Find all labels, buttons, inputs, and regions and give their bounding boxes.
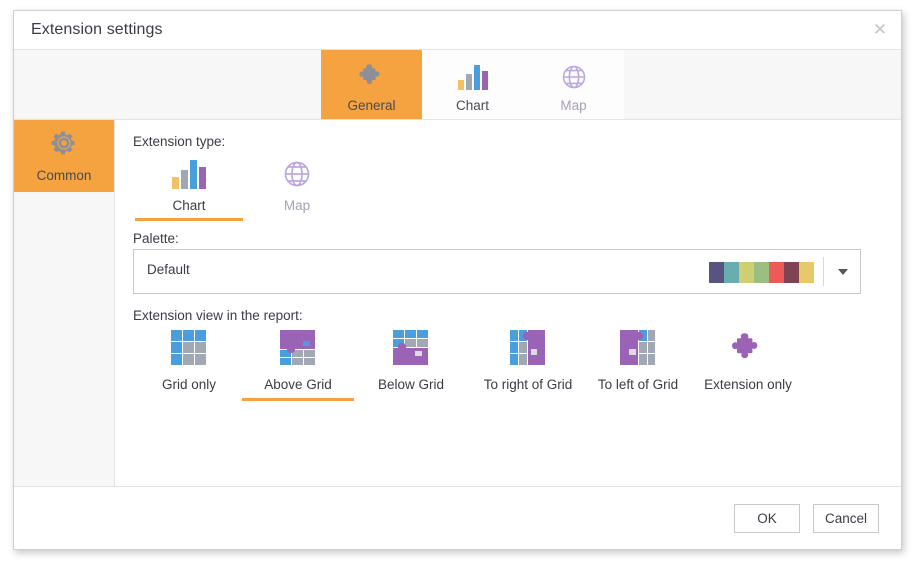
palette-swatch [754,262,769,283]
below-grid-icon [392,328,430,368]
dialog-footer: OK Cancel [14,486,901,549]
palette-swatch [709,262,724,283]
bar-chart-icon [456,61,490,91]
extension-type-label: Extension type: [133,134,226,149]
palette-combobox[interactable]: Default [133,249,861,294]
tab-map[interactable]: Map [523,50,624,119]
extension-type-option-chart[interactable]: Chart [133,156,245,221]
tab-label: Chart [455,98,489,113]
sidebar-item-label: Common [36,168,92,183]
right-of-grid-icon [509,328,547,368]
sidebar: Common [14,120,115,486]
extension-type-option-map[interactable]: Map [241,156,353,221]
tab-general[interactable]: General [321,50,422,119]
option-label: Chart [172,198,206,213]
bar-chart-icon [169,156,209,190]
chevron-down-icon[interactable] [825,250,860,293]
extension-view-option-left-of-grid[interactable]: To left of Grid [575,328,701,401]
extension-only-icon [729,328,767,368]
divider [823,257,824,286]
tab-chart[interactable]: Chart [422,50,523,119]
selection-underline [575,398,701,401]
palette-swatch [769,262,784,283]
palette-preview-swatches [709,262,814,283]
tab-label: General [347,98,396,113]
tab-strip: General Chart Map [14,50,901,120]
selection-underline [242,398,354,401]
extension-view-option-extension-only[interactable]: Extension only [685,328,811,401]
selection-underline [135,218,243,221]
selection-underline [243,218,351,221]
close-icon[interactable]: ✕ [863,13,897,47]
option-label: Above Grid [264,377,332,392]
palette-swatch [739,262,754,283]
left-of-grid-icon [619,328,657,368]
extension-view-option-grid-only[interactable]: Grid only [133,328,245,401]
extension-view-option-above-grid[interactable]: Above Grid [242,328,354,401]
settings-panel: Extension type: Chart Map Palette: Defau… [115,120,901,486]
extension-view-option-below-grid[interactable]: Below Grid [355,328,467,401]
option-label: Map [283,198,311,213]
palette-label: Palette: [133,231,179,246]
selection-underline [133,398,245,401]
above-grid-icon [279,328,317,368]
dialog-title: Extension settings [31,21,163,38]
option-label: Extension only [704,377,792,392]
sidebar-item-common[interactable]: Common [14,120,114,192]
selection-underline [355,398,467,401]
grid-only-icon [170,328,208,368]
cancel-button[interactable]: Cancel [813,504,879,533]
gear-icon [50,129,78,162]
globe-icon [559,61,589,91]
extension-view-option-right-of-grid[interactable]: To right of Grid [465,328,591,401]
puzzle-icon [357,61,387,91]
selection-underline [685,398,811,401]
palette-swatch [784,262,799,283]
palette-swatch [799,262,814,283]
option-label: To right of Grid [483,377,573,392]
selection-underline [465,398,591,401]
option-label: Grid only [161,377,217,392]
extension-view-label: Extension view in the report: [133,308,303,323]
tab-label: Map [560,98,587,113]
extension-settings-dialog: Extension settings ✕ General Chart Map C… [13,10,902,550]
palette-swatch [724,262,739,283]
ok-button[interactable]: OK [734,504,800,533]
globe-icon [281,156,313,190]
option-label: To left of Grid [597,377,679,392]
option-label: Below Grid [377,377,445,392]
dialog-titlebar: Extension settings ✕ [14,11,901,50]
palette-selected-value: Default [147,262,190,277]
